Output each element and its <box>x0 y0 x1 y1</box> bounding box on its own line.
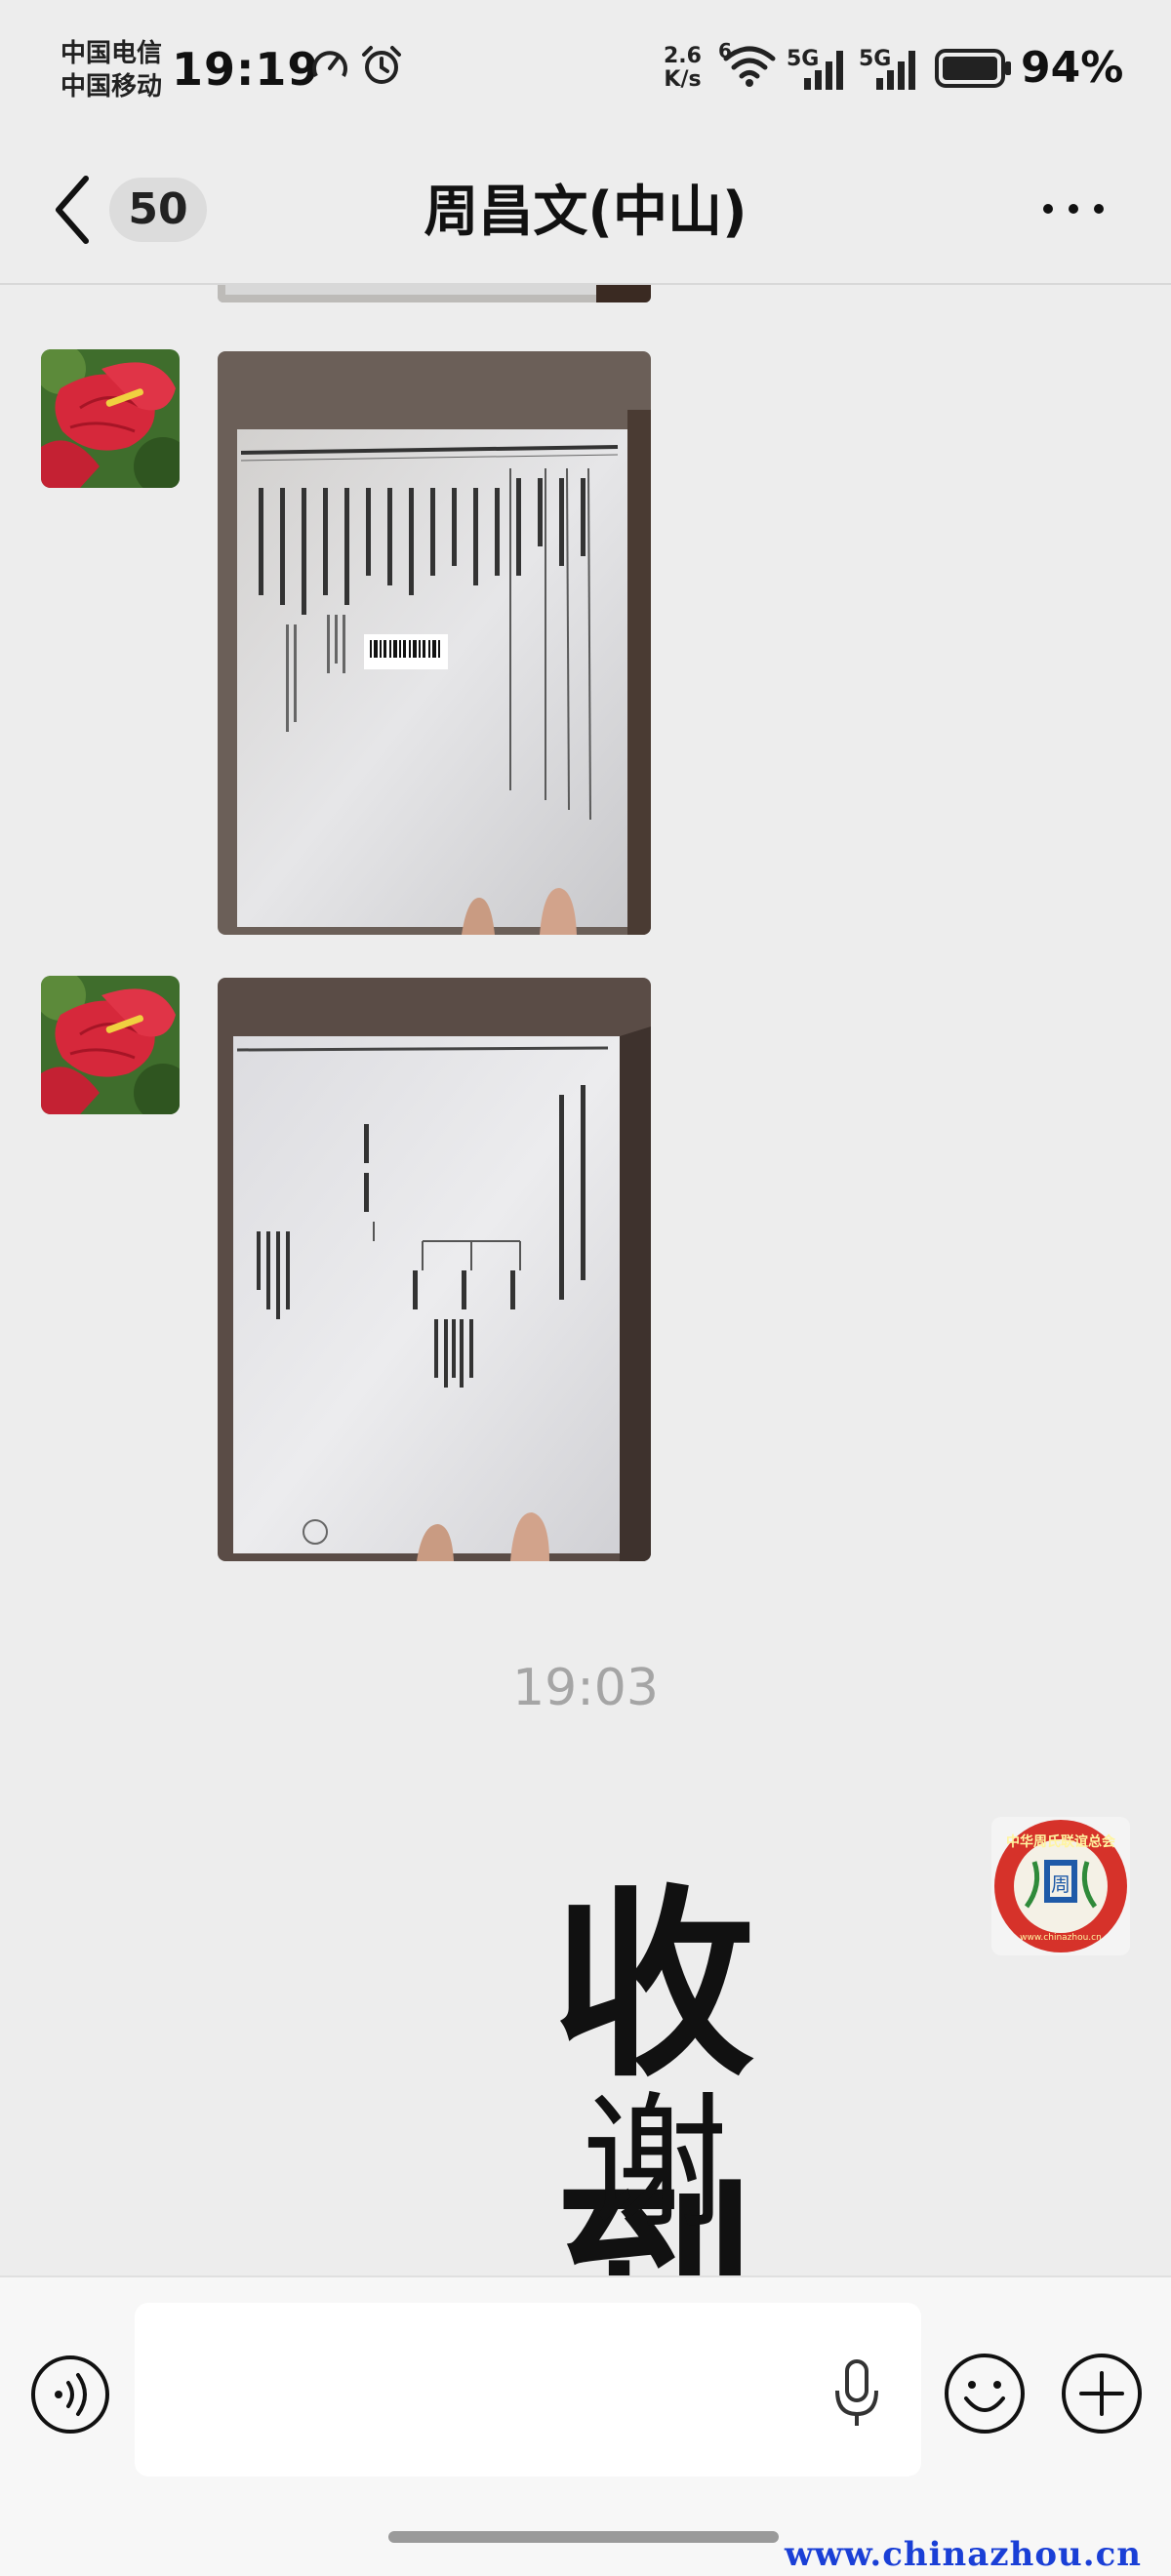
battery-icon <box>935 49 1011 88</box>
microphone-icon[interactable] <box>831 2357 882 2430</box>
network-speed: 2.6 K/s <box>664 45 702 92</box>
site-watermark: www.chinazhou.cn <box>785 2535 1142 2574</box>
clock: 19:19 <box>172 43 320 96</box>
signal-icon <box>876 51 915 90</box>
sticker-message[interactable]: 收到 谢谢 <box>537 1825 966 2275</box>
emoji-icon[interactable] <box>943 2352 1027 2435</box>
logo-ring-text: 中华周氏联谊总会 <box>1006 1833 1116 1850</box>
carrier-2: 中国移动 <box>61 72 163 101</box>
message-text-field[interactable] <box>135 2303 921 2476</box>
document-photo-image <box>218 978 651 1561</box>
voice-toggle-icon[interactable] <box>29 2354 111 2435</box>
association-logo: 周 中华周氏联谊总会 www.chinazhou.cn <box>994 1820 1127 1952</box>
previous-photo-message[interactable] <box>218 285 651 302</box>
contact-avatar[interactable] <box>41 976 180 1114</box>
signal-icon <box>804 51 843 90</box>
genealogy-photo-1[interactable] <box>218 351 651 935</box>
message-timestamp: 19:03 <box>512 1659 659 1717</box>
message-list[interactable]: 19:03 收到 谢谢 周 中华周氏联谊总会 www.chinazhou.cn <box>0 285 1171 2275</box>
home-indicator[interactable] <box>388 2531 779 2543</box>
more-icon[interactable] <box>1034 187 1112 230</box>
battery-percent: 94% <box>1021 43 1124 93</box>
carrier-1: 中国电信 <box>61 39 163 68</box>
sticker-text-thanks: 谢谢 <box>582 2079 795 2249</box>
alarm-icon <box>362 46 401 84</box>
wifi-icon <box>723 46 776 87</box>
document-photo-image <box>218 351 651 935</box>
chat-title: 周昌文(中山) <box>424 181 747 244</box>
carrier-names: 中国电信 中国移动 <box>61 37 162 103</box>
status-bar: 中国电信 中国移动 19:19 2.6 K/s 6 5G 5G 94% <box>0 0 1171 137</box>
genealogy-photo-2[interactable] <box>218 978 651 1561</box>
speedometer-icon <box>312 51 347 77</box>
self-avatar[interactable]: 周 中华周氏联谊总会 www.chinazhou.cn <box>991 1817 1130 1955</box>
contact-avatar[interactable] <box>41 349 180 488</box>
logo-center-char: 周 <box>1051 1872 1070 1896</box>
logo-url-text: www.chinazhou.cn <box>1020 1933 1102 1943</box>
net-speed-unit: K/s <box>664 67 702 92</box>
plus-icon[interactable] <box>1060 2352 1144 2435</box>
chat-header: 50 周昌文(中山) <box>0 137 1171 283</box>
message-input-bar <box>0 2275 1171 2504</box>
net-speed-value: 2.6 <box>664 44 702 68</box>
